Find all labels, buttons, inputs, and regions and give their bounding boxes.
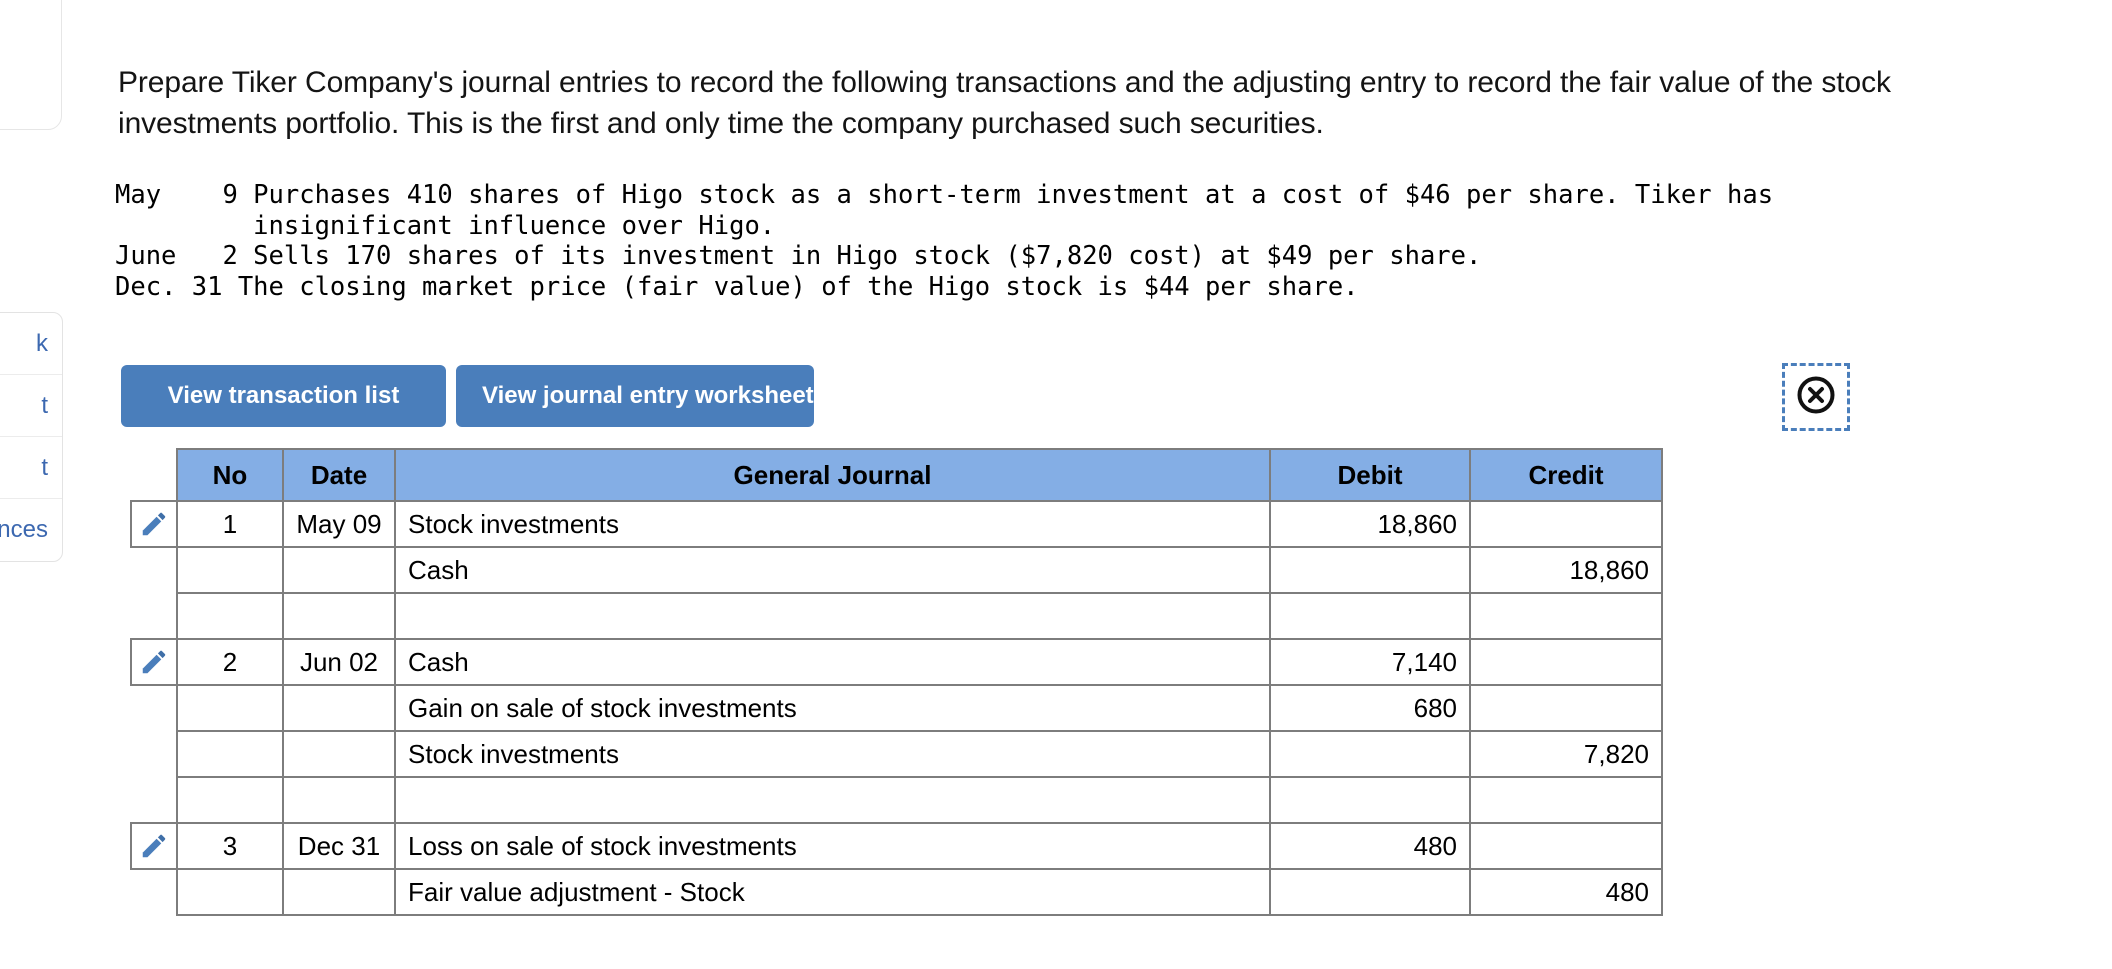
- table-row: Fair value adjustment - Stock 480: [131, 868, 1663, 916]
- edit-gutter-cell: [131, 685, 177, 731]
- edit-gutter-cell: [131, 731, 177, 777]
- cell-no[interactable]: [176, 592, 284, 640]
- cell-credit[interactable]: [1469, 684, 1663, 732]
- cell-no[interactable]: [176, 730, 284, 778]
- edit-row-cell[interactable]: [130, 638, 178, 686]
- cell-general-journal[interactable]: Cash: [394, 546, 1271, 594]
- cell-date[interactable]: May 09: [282, 500, 396, 548]
- table-header-row: No Date General Journal Debit Credit: [131, 448, 1663, 502]
- cell-date[interactable]: [282, 684, 396, 732]
- edit-gutter-cell: [131, 869, 177, 915]
- cell-credit[interactable]: [1469, 638, 1663, 686]
- column-header-general-journal: General Journal: [394, 448, 1271, 502]
- table-row: Stock investments 7,820: [131, 730, 1663, 778]
- cell-debit[interactable]: [1269, 730, 1471, 778]
- cell-debit[interactable]: [1269, 776, 1471, 824]
- left-menu-item[interactable]: t: [0, 375, 62, 437]
- cell-debit[interactable]: 18,860: [1269, 500, 1471, 548]
- cell-debit[interactable]: 7,140: [1269, 638, 1471, 686]
- cell-general-journal[interactable]: Cash: [394, 638, 1271, 686]
- close-button[interactable]: [1782, 363, 1850, 431]
- journal-entry-table-wrapper: No Date General Journal Debit Credit 1 Ma…: [130, 448, 1663, 916]
- cell-general-journal[interactable]: [394, 776, 1271, 824]
- view-journal-entry-worksheet-button[interactable]: View journal entry worksheet: [456, 365, 814, 427]
- cell-general-journal[interactable]: Loss on sale of stock investments: [394, 822, 1271, 870]
- cell-date[interactable]: [282, 730, 396, 778]
- left-menu-item[interactable]: nces: [0, 499, 62, 561]
- journal-entry-table: No Date General Journal Debit Credit 1 Ma…: [130, 448, 1663, 916]
- edit-gutter-cell: [131, 593, 177, 639]
- edit-pencil-icon[interactable]: [132, 824, 176, 868]
- cell-general-journal[interactable]: Fair value adjustment - Stock: [394, 868, 1271, 916]
- cell-no[interactable]: [176, 868, 284, 916]
- cell-general-journal[interactable]: Stock investments: [394, 500, 1271, 548]
- cell-general-journal[interactable]: [394, 592, 1271, 640]
- cell-credit[interactable]: [1469, 500, 1663, 548]
- table-row: 1 May 09 Stock investments 18,860: [130, 500, 1663, 548]
- left-menu-item[interactable]: t: [0, 437, 62, 499]
- edit-row-cell[interactable]: [130, 500, 178, 548]
- table-row: 3 Dec 31 Loss on sale of stock investments…: [130, 822, 1663, 870]
- edit-gutter-header: [131, 449, 177, 501]
- column-header-credit: Credit: [1469, 448, 1663, 502]
- column-header-debit: Debit: [1269, 448, 1471, 502]
- cell-general-journal[interactable]: Gain on sale of stock investments: [394, 684, 1271, 732]
- transaction-list-text: May 9 Purchases 410 shares of Higo stock…: [115, 180, 1774, 302]
- page-root: k t t nces Prepare Tiker Company's journal …: [0, 0, 2112, 969]
- close-circle-icon: [1794, 373, 1838, 422]
- cell-credit[interactable]: 18,860: [1469, 546, 1663, 594]
- cell-credit[interactable]: 7,820: [1469, 730, 1663, 778]
- cell-credit[interactable]: [1469, 822, 1663, 870]
- left-menu-item[interactable]: k: [0, 313, 62, 375]
- edit-gutter-cell: [131, 547, 177, 593]
- cell-date[interactable]: Dec 31: [282, 822, 396, 870]
- cell-no[interactable]: [176, 776, 284, 824]
- cell-general-journal[interactable]: Stock investments: [394, 730, 1271, 778]
- cell-date[interactable]: [282, 546, 396, 594]
- cell-debit[interactable]: [1269, 546, 1471, 594]
- table-header: No Date General Journal Debit Credit: [131, 448, 1663, 502]
- left-side-menu[interactable]: k t t nces: [0, 312, 63, 562]
- table-row: [131, 592, 1663, 640]
- cell-date[interactable]: [282, 592, 396, 640]
- cell-no[interactable]: 3: [176, 822, 284, 870]
- left-chrome-card: [0, 0, 62, 130]
- cell-credit[interactable]: 480: [1469, 868, 1663, 916]
- cell-no[interactable]: [176, 546, 284, 594]
- cell-debit[interactable]: [1269, 868, 1471, 916]
- cell-no[interactable]: [176, 684, 284, 732]
- cell-credit[interactable]: [1469, 776, 1663, 824]
- table-row: Cash 18,860: [131, 546, 1663, 594]
- table-row: [131, 776, 1663, 824]
- cell-no[interactable]: 2: [176, 638, 284, 686]
- cell-date[interactable]: [282, 776, 396, 824]
- cell-debit[interactable]: [1269, 592, 1471, 640]
- edit-gutter-cell: [131, 777, 177, 823]
- cell-date[interactable]: [282, 868, 396, 916]
- column-header-date: Date: [282, 448, 396, 502]
- cell-debit[interactable]: 480: [1269, 822, 1471, 870]
- table-row: Gain on sale of stock investments 680: [131, 684, 1663, 732]
- cell-no[interactable]: 1: [176, 500, 284, 548]
- table-body: 1 May 09 Stock investments 18,860 Cash 18,860…: [130, 500, 1663, 916]
- edit-pencil-icon[interactable]: [132, 502, 176, 546]
- cell-debit[interactable]: 680: [1269, 684, 1471, 732]
- view-transaction-list-button[interactable]: View transaction list: [121, 365, 446, 427]
- column-header-no: No: [176, 448, 284, 502]
- cell-credit[interactable]: [1469, 592, 1663, 640]
- edit-pencil-icon[interactable]: [132, 640, 176, 684]
- cell-date[interactable]: Jun 02: [282, 638, 396, 686]
- edit-row-cell[interactable]: [130, 822, 178, 870]
- table-row: 2 Jun 02 Cash 7,140: [130, 638, 1663, 686]
- question-prompt: Prepare Tiker Company's journal entries …: [118, 66, 1891, 140]
